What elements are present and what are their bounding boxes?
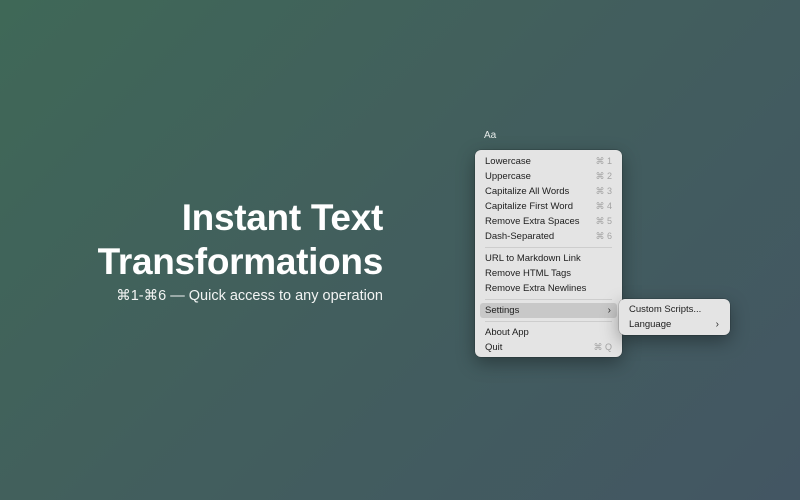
menu-item-capitalize-all-words[interactable]: Capitalize All Words ⌘ 3	[480, 184, 617, 199]
hero-section: Instant Text Transformations ⌘1-⌘6 — Qui…	[97, 196, 384, 306]
hero-title-line2: Transformations	[97, 241, 384, 282]
menu-item-settings[interactable]: Settings ›	[480, 303, 617, 318]
menu-item-label: About App	[485, 327, 529, 338]
menu-item-label: Uppercase	[485, 171, 531, 182]
menu-item-remove-html-tags[interactable]: Remove HTML Tags	[480, 266, 617, 281]
menu-item-label: Custom Scripts...	[629, 304, 702, 315]
shortcut-label: ⌘ 5	[595, 216, 612, 226]
shortcut-label: ⌘ 6	[595, 231, 612, 241]
menu-separator	[485, 299, 612, 300]
menu-item-label: Capitalize First Word	[485, 201, 573, 212]
settings-submenu: Custom Scripts... Language ›	[619, 299, 730, 335]
menu-item-label: Dash-Separated	[485, 231, 555, 242]
menu-separator	[485, 321, 612, 322]
menu-item-remove-extra-spaces[interactable]: Remove Extra Spaces ⌘ 5	[480, 214, 617, 229]
dropdown-menu: Lowercase ⌘ 1 Uppercase ⌘ 2 Capitalize A…	[475, 150, 622, 357]
menu-item-label: Lowercase	[485, 156, 531, 167]
menu-item-label: Language	[629, 319, 672, 330]
menu-item-dash-separated[interactable]: Dash-Separated ⌘ 6	[480, 229, 617, 244]
menu-item-lowercase[interactable]: Lowercase ⌘ 1	[480, 154, 617, 169]
shortcut-label: ⌘ 4	[595, 201, 612, 211]
hero-title-line1: Instant Text	[181, 197, 384, 238]
menu-item-label: Remove HTML Tags	[485, 268, 572, 279]
menu-item-label: Remove Extra Newlines	[485, 283, 587, 294]
menu-item-uppercase[interactable]: Uppercase ⌘ 2	[480, 169, 617, 184]
submenu-item-language[interactable]: Language ›	[624, 317, 725, 332]
menu-item-label: Remove Extra Spaces	[485, 216, 580, 227]
menu-separator	[485, 247, 612, 248]
menu-item-quit[interactable]: Quit ⌘ Q	[480, 340, 617, 355]
menu-item-label: Capitalize All Words	[485, 186, 570, 197]
menu-item-capitalize-first-word[interactable]: Capitalize First Word ⌘ 4	[480, 199, 617, 214]
chevron-right-icon: ›	[715, 319, 719, 330]
shortcut-label: ⌘ 1	[595, 156, 612, 166]
chevron-right-icon: ›	[607, 305, 611, 316]
shortcut-label: ⌘ 3	[595, 186, 612, 196]
shortcut-label: ⌘ 2	[595, 171, 612, 181]
menubar-status-item[interactable]: Aa	[484, 130, 496, 141]
shortcut-label: ⌘ Q	[593, 342, 612, 352]
menu-item-label: Quit	[485, 342, 503, 353]
menu-item-remove-extra-newlines[interactable]: Remove Extra Newlines	[480, 281, 617, 296]
menu-item-label: Settings	[485, 305, 520, 316]
menu-item-url-to-markdown-link[interactable]: URL to Markdown Link	[480, 251, 617, 266]
hero-subtitle: ⌘1-⌘6 — Quick access to any operation	[116, 288, 383, 304]
menu-item-label: URL to Markdown Link	[485, 253, 581, 264]
menu-item-about-app[interactable]: About App	[480, 325, 617, 340]
submenu-item-custom-scripts[interactable]: Custom Scripts...	[624, 302, 725, 317]
